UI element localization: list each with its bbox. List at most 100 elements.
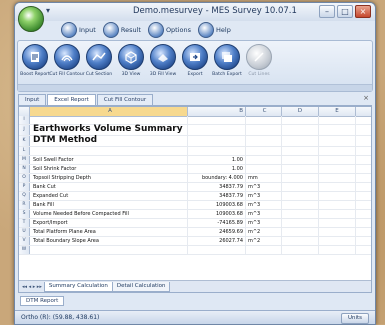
cell-b[interactable]: 24659.69: [188, 228, 246, 236]
row-header[interactable]: W: [19, 246, 30, 254]
cell-d[interactable]: [282, 219, 319, 227]
cell-d[interactable]: [282, 165, 319, 173]
cell-b[interactable]: -74165.89: [188, 219, 246, 227]
close-document-icon[interactable]: ×: [363, 94, 369, 102]
cell-c[interactable]: m^3: [246, 210, 282, 218]
cell-a[interactable]: Topsoil Stripping Depth: [30, 174, 188, 182]
cell-e[interactable]: [319, 219, 356, 227]
tab-result[interactable]: Result: [102, 22, 144, 38]
cell-d[interactable]: [282, 192, 319, 200]
column-header-d[interactable]: D: [282, 107, 319, 116]
cell-c[interactable]: [246, 116, 282, 124]
close-button[interactable]: ×: [355, 5, 371, 18]
cell-a[interactable]: Volume Needed Before Compacted Fill: [30, 210, 188, 218]
cell-a[interactable]: Soil Swell Factor: [30, 156, 188, 164]
cell-a[interactable]: Total Platform Plane Area: [30, 228, 188, 236]
cell-c[interactable]: [246, 147, 282, 155]
cell-c[interactable]: m^3: [246, 219, 282, 227]
cell-d[interactable]: [282, 183, 319, 191]
cell-a[interactable]: Soil Shrink Factor: [30, 165, 188, 173]
cut-fill-contour-button[interactable]: Cut Fill Contour: [49, 44, 85, 77]
export-button[interactable]: Export: [180, 44, 210, 77]
column-header-c[interactable]: C: [246, 107, 282, 116]
cell-c[interactable]: m^2: [246, 228, 282, 236]
cell-d[interactable]: [282, 125, 319, 135]
tab-help[interactable]: Help: [198, 22, 234, 38]
column-header-a[interactable]: A: [30, 107, 188, 116]
row-header[interactable]: O: [19, 174, 30, 182]
cell-c[interactable]: [246, 165, 282, 173]
cell-d[interactable]: [282, 228, 319, 236]
cell-e[interactable]: [319, 192, 356, 200]
batch-export-button[interactable]: Batch Export: [212, 44, 242, 77]
spreadsheet-grid[interactable]: A B C D E I J Earthworks Volume Summary K DT…: [18, 106, 372, 293]
cell-c[interactable]: m^3: [246, 192, 282, 200]
cell-d[interactable]: [282, 174, 319, 182]
cell-d[interactable]: [282, 246, 319, 254]
column-header-e[interactable]: E: [319, 107, 356, 116]
maximize-button[interactable]: □: [337, 5, 353, 18]
cell-e[interactable]: [319, 246, 356, 254]
row-header[interactable]: T: [19, 219, 30, 227]
select-all-corner[interactable]: [19, 107, 30, 116]
row-header[interactable]: S: [19, 210, 30, 218]
row-header[interactable]: U: [19, 228, 30, 236]
cell-e[interactable]: [319, 165, 356, 173]
doc-tab-excel-report[interactable]: Excel Report: [47, 94, 96, 105]
cell-d[interactable]: [282, 237, 319, 245]
row-header[interactable]: N: [19, 165, 30, 173]
units-dropdown[interactable]: Units: [340, 313, 369, 324]
cell-d[interactable]: [282, 156, 319, 164]
cell-e[interactable]: [319, 210, 356, 218]
cell-e[interactable]: [319, 237, 356, 245]
cell-e[interactable]: [319, 174, 356, 182]
cell-a[interactable]: [30, 246, 188, 254]
cell-b[interactable]: [188, 116, 246, 124]
cell-b[interactable]: 26027.74: [188, 237, 246, 245]
cell-a[interactable]: [30, 147, 188, 155]
cell-b[interactable]: [188, 147, 246, 155]
cell-b[interactable]: 109003.68: [188, 201, 246, 209]
tab-input[interactable]: Input: [61, 22, 99, 38]
cell-b[interactable]: 34837.79: [188, 192, 246, 200]
cell-e[interactable]: [319, 136, 356, 146]
cell-c[interactable]: [246, 246, 282, 254]
cell-e[interactable]: [319, 183, 356, 191]
cell-e[interactable]: [319, 125, 356, 135]
cell-c[interactable]: m^2: [246, 237, 282, 245]
sheet-nav-arrows[interactable]: ◂◂ ◂ ▸ ▸▸: [19, 284, 45, 290]
sheet-tab-detail-calculation[interactable]: Detail Calculation: [111, 281, 171, 292]
dtm-report-tab[interactable]: DTM Report: [20, 296, 65, 306]
cell-c[interactable]: [246, 156, 282, 164]
cut-section-button[interactable]: Cut Section: [84, 44, 114, 77]
cell-d[interactable]: [282, 136, 319, 146]
cell-a[interactable]: Bank Fill: [30, 201, 188, 209]
cell-d[interactable]: [282, 147, 319, 155]
cell-b[interactable]: 1.00: [188, 165, 246, 173]
cell-a[interactable]: Expanded Cut: [30, 192, 188, 200]
cell-a[interactable]: Total Boundary Slope Area: [30, 237, 188, 245]
cell-b[interactable]: 34837.79: [188, 183, 246, 191]
cell-b[interactable]: boundary: 4.000: [188, 174, 246, 182]
cell-a[interactable]: Export/Import: [30, 219, 188, 227]
row-header[interactable]: P: [19, 183, 30, 191]
row-header[interactable]: L: [19, 147, 30, 155]
cell-b[interactable]: [188, 246, 246, 254]
cell-d[interactable]: [282, 201, 319, 209]
3d-fill-view-button[interactable]: 3D Fill View: [148, 44, 178, 77]
3d-view-button[interactable]: 3D View: [116, 44, 146, 77]
row-header[interactable]: I: [19, 116, 30, 124]
cell-a[interactable]: DTM Method: [30, 136, 188, 146]
cell-d[interactable]: [282, 210, 319, 218]
cell-c[interactable]: mm: [246, 174, 282, 182]
cell-b[interactable]: 1.00: [188, 156, 246, 164]
row-header[interactable]: Q: [19, 192, 30, 200]
cell-e[interactable]: [319, 228, 356, 236]
cell-d[interactable]: [282, 116, 319, 124]
cell-c[interactable]: [246, 125, 282, 135]
doc-tab-input[interactable]: Input: [18, 94, 47, 105]
boost-report-button[interactable]: Boost Report: [20, 44, 50, 77]
row-header[interactable]: J: [19, 125, 30, 135]
cell-a[interactable]: Bank Cut: [30, 183, 188, 191]
column-header-b[interactable]: B: [188, 107, 246, 116]
